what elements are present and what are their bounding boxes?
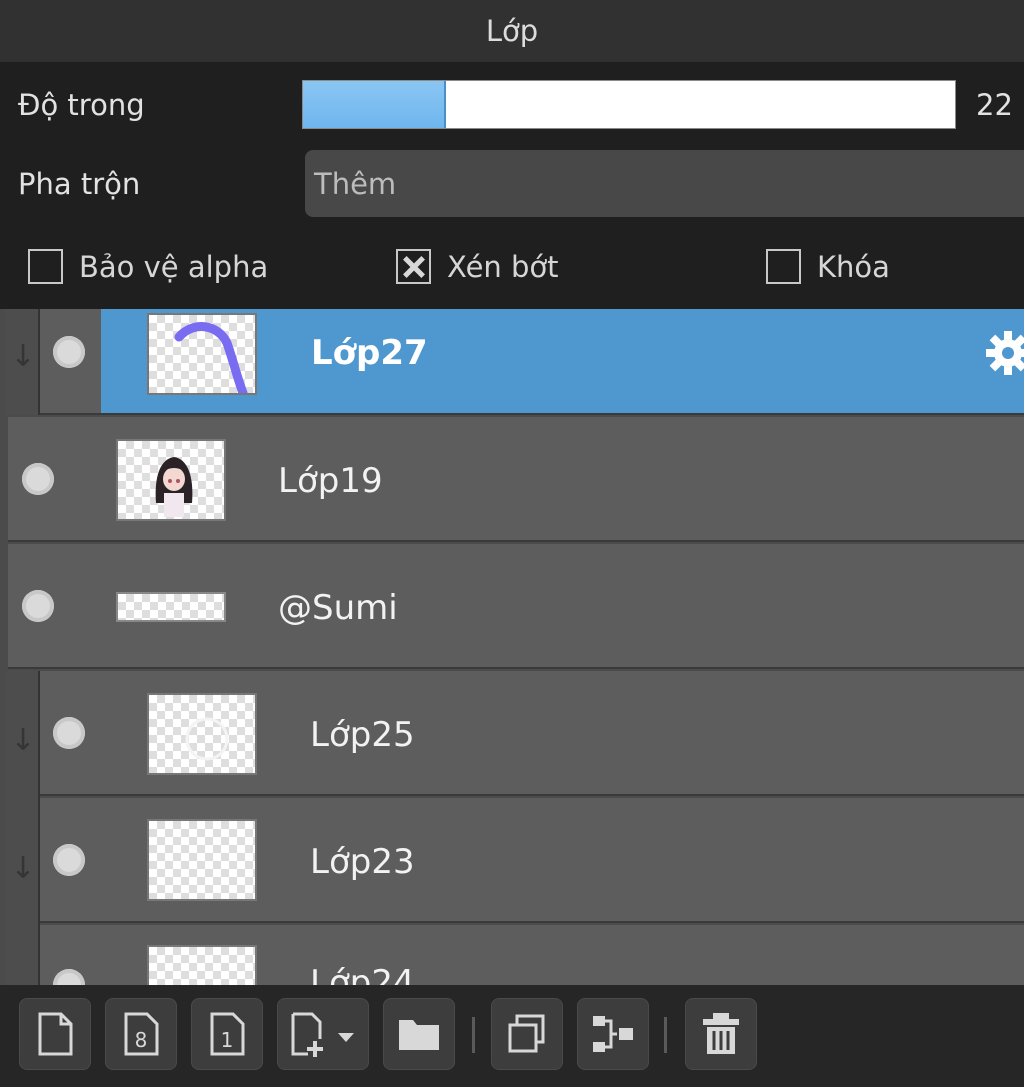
clipping-label: Xén bớt [447, 249, 559, 284]
layer-name: Lớp24 [310, 963, 415, 985]
visibility-toggle[interactable] [22, 590, 54, 622]
clip-indicator: ↓ [6, 309, 40, 415]
delete-layer-button[interactable] [685, 998, 757, 1070]
blend-mode-select[interactable]: Thêm [305, 150, 1024, 217]
clipping-box[interactable] [396, 249, 431, 284]
visibility-toggle[interactable] [53, 336, 85, 368]
lock-checkbox[interactable]: Khóa [766, 249, 890, 284]
protect-alpha-label: Bảo vệ alpha [79, 249, 269, 284]
merge-down-icon [593, 1016, 633, 1052]
new-folder-button[interactable] [383, 998, 455, 1070]
layer-thumbnail [147, 693, 257, 775]
clip-arrow-icon: ↓ [10, 339, 36, 374]
layer-name: Lớp27 [311, 333, 428, 373]
toolbar-separator [664, 1017, 667, 1053]
layer-name: Lớp25 [310, 715, 415, 755]
folder-icon [399, 1020, 439, 1050]
lock-label: Khóa [817, 249, 890, 284]
opacity-slider[interactable] [302, 80, 956, 129]
opacity-value: 22 [976, 88, 1013, 122]
new-8bit-layer-icon: 8 [124, 1012, 159, 1056]
svg-text:8: 8 [135, 1028, 148, 1052]
trash-icon [703, 1013, 739, 1054]
add-layer-dropdown-button[interactable] [277, 998, 369, 1070]
duplicate-layer-button[interactable] [491, 998, 563, 1070]
layer-thumbnail [116, 439, 226, 521]
character-thumbnail [155, 457, 193, 517]
svg-text:1: 1 [221, 1028, 234, 1052]
opacity-slider-fill [303, 81, 447, 128]
opacity-label: Độ trong [18, 88, 145, 122]
layer-name: @Sumi [278, 588, 398, 628]
visibility-toggle[interactable] [53, 717, 85, 749]
blend-mode-value: Thêm [314, 166, 397, 201]
visibility-toggle[interactable] [22, 463, 54, 495]
new-8bit-layer-button[interactable]: 8 [105, 998, 177, 1070]
layer-thumbnail [147, 945, 257, 985]
layer-name: Lớp19 [278, 461, 383, 501]
blend-label: Pha trộn [18, 167, 141, 201]
faint-circle-thumbnail [185, 717, 229, 761]
panel-title: Lớp [0, 0, 1024, 62]
protect-alpha-checkbox[interactable]: Bảo vệ alpha [28, 249, 268, 284]
new-1bit-layer-icon: 1 [210, 1012, 245, 1056]
new-1bit-layer-button[interactable]: 1 [191, 998, 263, 1070]
merge-down-button[interactable] [577, 998, 649, 1070]
clipping-checkbox[interactable]: Xén bớt [396, 249, 559, 284]
clip-arrow-icon: ↓ [10, 851, 36, 886]
toolbar-separator [472, 1017, 475, 1053]
gear-icon[interactable] [984, 323, 1024, 383]
layer-toolbar: 8 1 [0, 985, 1024, 1087]
lock-box[interactable] [766, 249, 801, 284]
layer-thumbnail [147, 819, 257, 901]
new-layer-button[interactable] [19, 998, 91, 1070]
layer-thumbnail [147, 313, 257, 395]
add-layer-dropdown-icon [291, 1012, 354, 1057]
visibility-toggle[interactable] [53, 844, 85, 876]
duplicate-icon [508, 1014, 545, 1053]
layer-name: Lớp23 [310, 842, 415, 882]
new-layer-icon [38, 1012, 73, 1056]
clip-arrow-icon: ↓ [10, 723, 36, 758]
protect-alpha-box[interactable] [28, 249, 63, 284]
layer-thumbnail [116, 592, 226, 622]
layer-list[interactable]: ↓ Lớp27 Lớp19 @Sumi ↓ ↓ Lớp25 Lớp23 Lớp2… [0, 309, 1024, 985]
clip-indicator: ↓ ↓ [6, 671, 40, 985]
purple-stroke-thumbnail [174, 322, 248, 393]
